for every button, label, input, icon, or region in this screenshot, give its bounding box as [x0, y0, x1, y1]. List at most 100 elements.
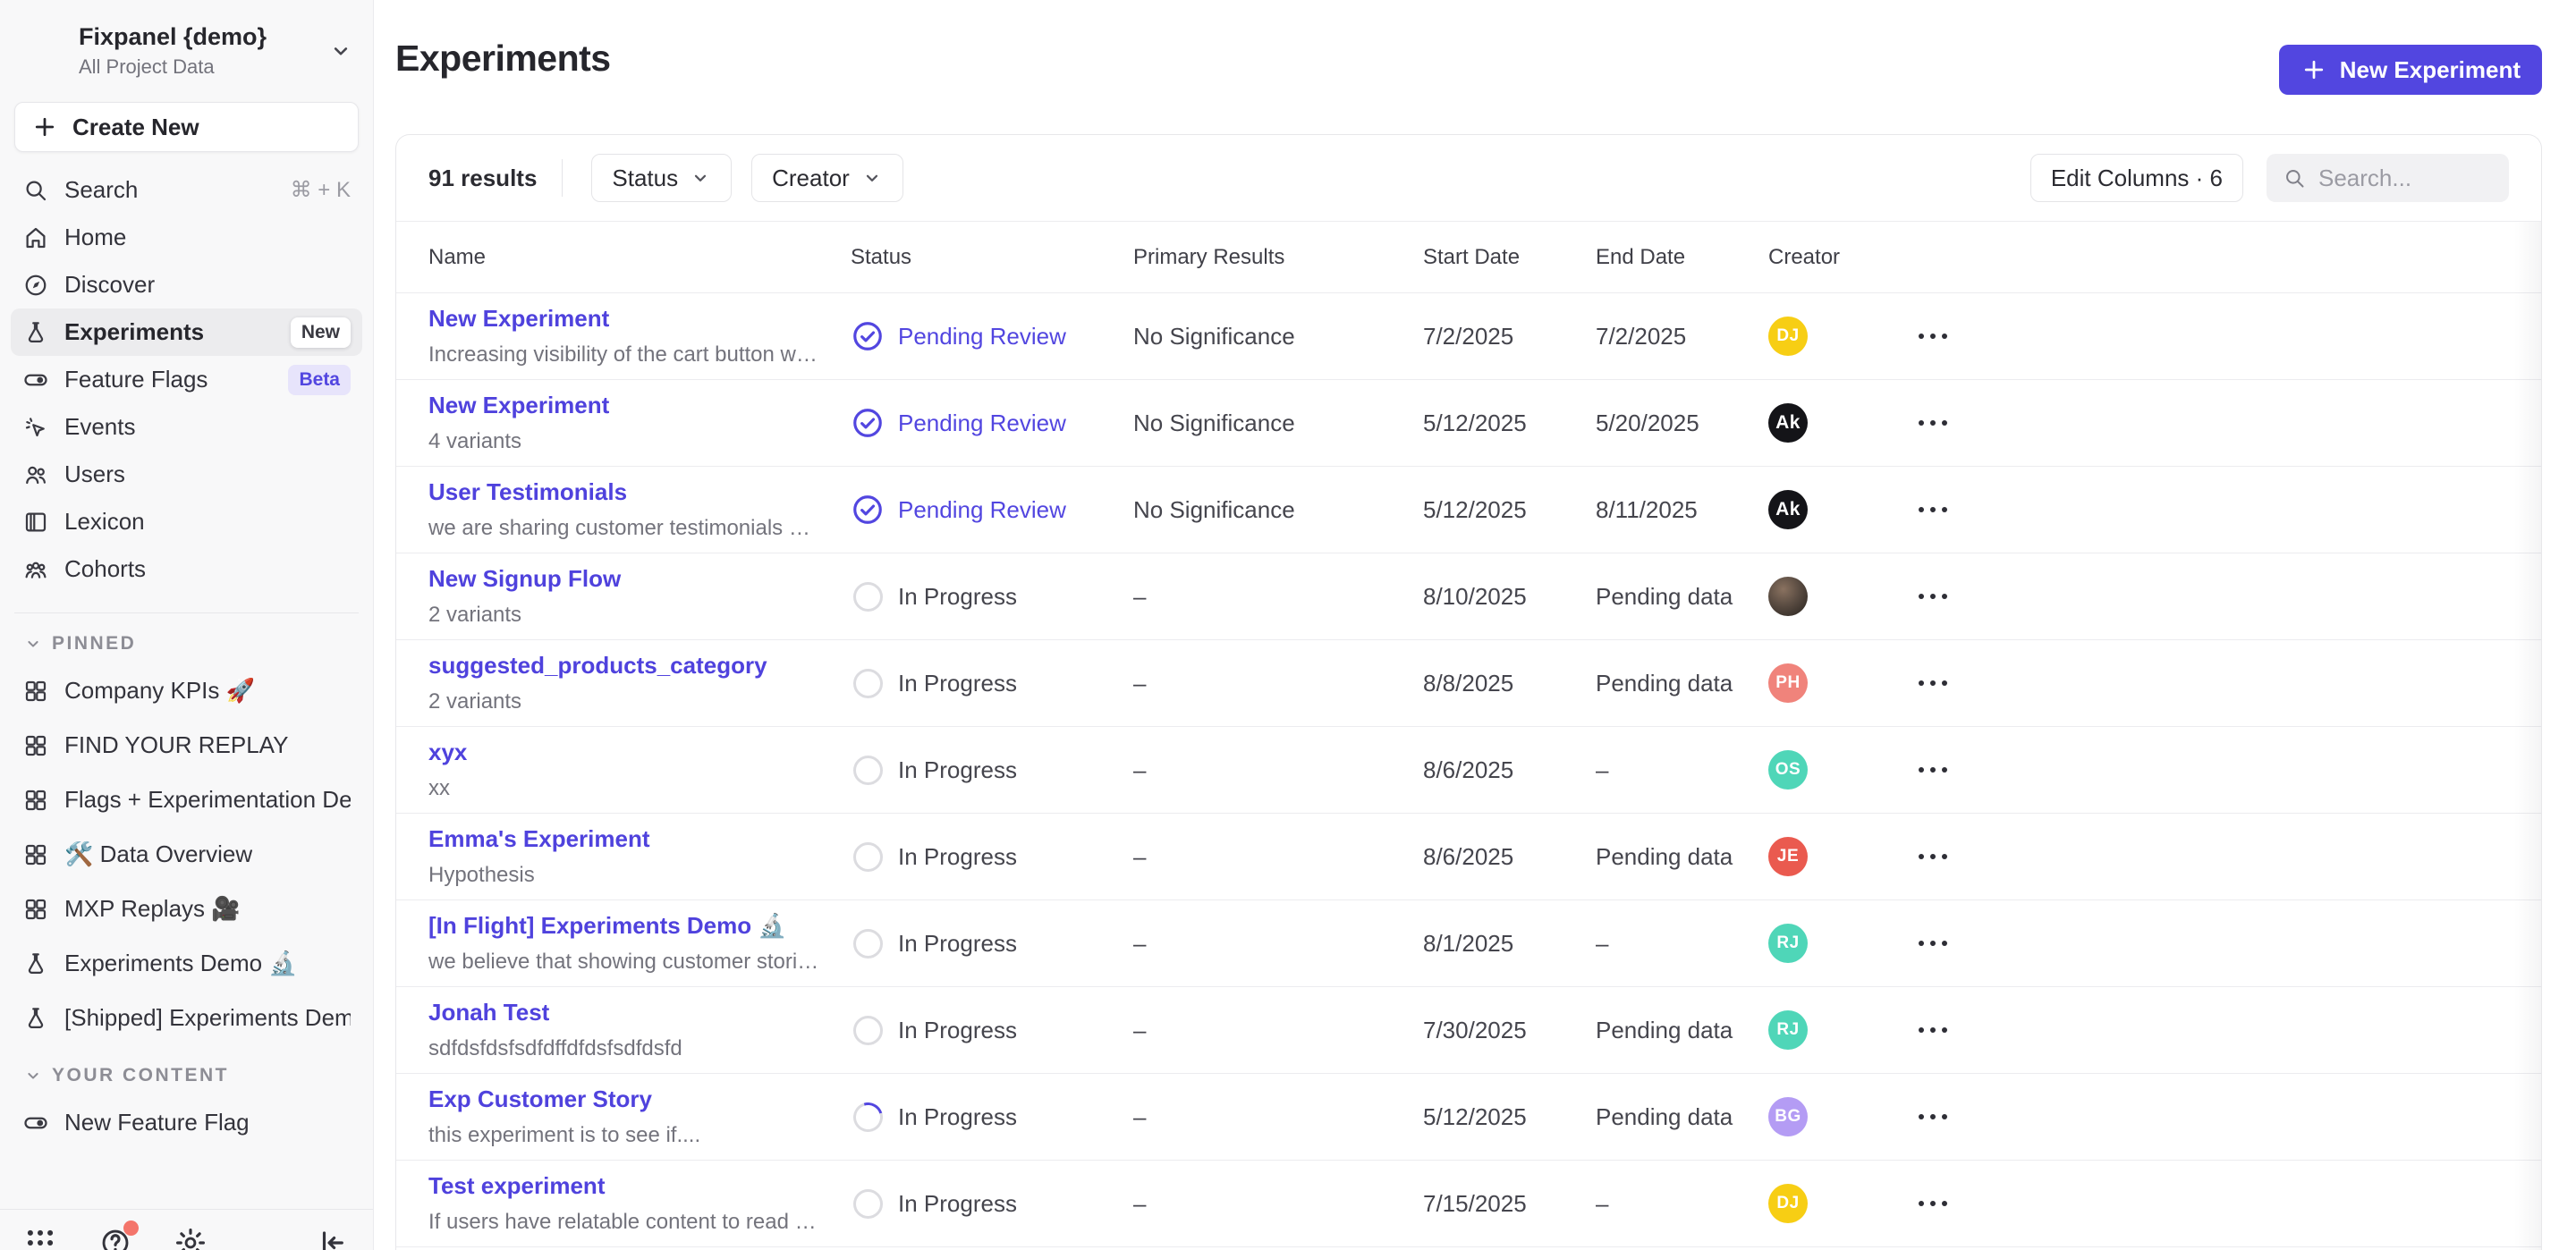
table-row[interactable]: New Experiment 4 variants Pending Review…: [396, 380, 2541, 467]
users-icon: [22, 461, 49, 488]
project-subtitle: All Project Data: [79, 55, 312, 79]
status-cell: In Progress: [851, 1187, 1133, 1220]
status-filter-dropdown[interactable]: Status: [591, 154, 732, 202]
flask-icon: [22, 950, 49, 977]
status-label: In Progress: [898, 670, 1017, 697]
pinned-item-mxp-replays[interactable]: MXP Replays 🎥: [11, 882, 362, 936]
name-cell: New Experiment Increasing visibility of …: [428, 305, 851, 367]
table-row[interactable]: suggested_products_category 2 variants I…: [396, 640, 2541, 727]
sidebar-item-discover[interactable]: Discover: [11, 261, 362, 308]
column-header-creator[interactable]: Creator: [1768, 245, 1917, 270]
experiment-name-link[interactable]: User Testimonials: [428, 478, 820, 506]
your-content-section-header[interactable]: YOUR CONTENT: [0, 1045, 373, 1095]
row-menu-button[interactable]: [1917, 1181, 1970, 1226]
row-menu-button[interactable]: [1917, 401, 1970, 445]
table-row[interactable]: xyx xx In Progress – 8/6/2025 – OS: [396, 727, 2541, 814]
row-menu-button[interactable]: [1917, 921, 1970, 966]
column-header-status[interactable]: Status: [851, 245, 1133, 270]
search-input[interactable]: [2318, 165, 2493, 192]
row-menu-button[interactable]: [1917, 661, 1970, 705]
table-row[interactable]: [In Flight] Experiments Demo 🔬 we believ…: [396, 900, 2541, 987]
your-content-item-new-feature-flag[interactable]: New Feature Flag: [11, 1095, 362, 1150]
creator-filter-dropdown[interactable]: Creator: [751, 154, 903, 202]
status-label: In Progress: [898, 756, 1017, 784]
table-row[interactable]: New Signup Flow 2 variants In Progress –…: [396, 553, 2541, 640]
column-header-primary-results[interactable]: Primary Results: [1133, 245, 1423, 270]
name-cell: New Signup Flow 2 variants: [428, 565, 851, 628]
main-content: Experiments New Experiment 91 results St…: [374, 0, 2576, 1250]
row-menu-button[interactable]: [1917, 574, 1970, 619]
experiment-name-link[interactable]: [In Flight] Experiments Demo 🔬: [428, 912, 820, 940]
creator-avatar: OS: [1768, 750, 1808, 790]
sidebar-nav: Search ⌘ + K Home Discover Experiments N…: [0, 166, 373, 593]
pinned-section-header[interactable]: PINNED: [0, 613, 373, 663]
help-icon[interactable]: [98, 1226, 132, 1250]
sidebar-item-home[interactable]: Home: [11, 214, 362, 261]
experiment-subtitle: this experiment is to see if....: [428, 1123, 820, 1148]
row-menu-button[interactable]: [1917, 487, 1970, 532]
pinned-item-flags-experimentation-demo[interactable]: Flags + Experimentation Demo ,: [11, 773, 362, 827]
row-menu-button[interactable]: [1917, 834, 1970, 879]
start-date-value: 8/8/2025: [1423, 670, 1596, 697]
chevron-down-icon: [23, 1066, 43, 1085]
apps-grid-icon[interactable]: [23, 1226, 57, 1250]
table-row[interactable]: New Experiment Increasing visibility of …: [396, 293, 2541, 380]
sidebar-item-users[interactable]: Users: [11, 451, 362, 498]
row-menu-button[interactable]: [1917, 1008, 1970, 1052]
board-icon: [22, 678, 49, 705]
experiment-subtitle: xx: [428, 776, 820, 801]
pinned-item-shipped-experiments-demo[interactable]: [Shipped] Experiments Demo 🖊️: [11, 991, 362, 1045]
experiment-name-link[interactable]: New Signup Flow: [428, 565, 820, 593]
your-content-header-label: YOUR CONTENT: [52, 1065, 229, 1086]
sidebar-item-events[interactable]: Events: [11, 403, 362, 451]
pinned-item-data-overview[interactable]: 🛠️ Data Overview: [11, 827, 362, 882]
experiments-table-card: 91 results Status Creator Edit Columns ·…: [395, 134, 2542, 1250]
creator-cell: [1768, 577, 1917, 616]
experiment-name-link[interactable]: Emma's Experiment: [428, 825, 820, 853]
creator-cell: DJ: [1768, 1184, 1917, 1223]
settings-gear-icon[interactable]: [174, 1226, 208, 1250]
row-menu-button[interactable]: [1917, 747, 1970, 792]
pinned-item-find-your-replay[interactable]: FIND YOUR REPLAY: [11, 718, 362, 773]
creator-avatar: Ak: [1768, 403, 1808, 443]
chevron-down-icon: [23, 634, 43, 654]
status-cell: In Progress: [851, 1013, 1133, 1047]
edit-columns-button[interactable]: Edit Columns · 6: [2030, 154, 2243, 202]
table-row[interactable]: Exp Customer Story this experiment is to…: [396, 1074, 2541, 1161]
sidebar-item-lexicon[interactable]: Lexicon: [11, 498, 362, 545]
pinned-item-experiments-demo[interactable]: Experiments Demo 🔬: [11, 936, 362, 991]
end-date-value: –: [1596, 930, 1768, 958]
column-header-start-date[interactable]: Start Date: [1423, 245, 1596, 270]
experiment-name-link[interactable]: Test experiment: [428, 1172, 820, 1200]
project-switcher[interactable]: Fixpanel {demo} All Project Data: [0, 0, 373, 79]
primary-results-value: –: [1133, 583, 1423, 611]
sidebar-footer: [0, 1209, 373, 1250]
row-menu-button[interactable]: [1917, 1094, 1970, 1139]
column-header-name[interactable]: Name: [428, 245, 851, 270]
row-menu-button[interactable]: [1917, 314, 1970, 359]
table-row[interactable]: Jonah Test sdfdsfdsfsdfdffdfdsfsdfdsfd I…: [396, 987, 2541, 1074]
end-date-value: 5/20/2025: [1596, 410, 1768, 437]
primary-results-value: –: [1133, 1190, 1423, 1218]
new-experiment-button[interactable]: New Experiment: [2279, 45, 2542, 95]
sidebar-item-experiments[interactable]: Experiments New: [11, 308, 362, 356]
column-header-end-date[interactable]: End Date: [1596, 245, 1768, 270]
new-badge: New: [291, 317, 351, 348]
sidebar-item-cohorts[interactable]: Cohorts: [11, 545, 362, 593]
experiment-name-link[interactable]: Jonah Test: [428, 999, 820, 1026]
create-new-button[interactable]: Create New: [14, 102, 359, 152]
table-row[interactable]: Test experiment If users have relatable …: [396, 1161, 2541, 1247]
collapse-sidebar-icon[interactable]: [316, 1226, 350, 1250]
sidebar-item-feature-flags[interactable]: Feature Flags Beta: [11, 356, 362, 403]
experiment-name-link[interactable]: New Experiment: [428, 392, 820, 419]
experiment-name-link[interactable]: Exp Customer Story: [428, 1085, 820, 1113]
chevron-down-icon: [690, 167, 711, 189]
experiment-name-link[interactable]: New Experiment: [428, 305, 820, 333]
pinned-item-company-kpis[interactable]: Company KPIs 🚀: [11, 663, 362, 718]
sidebar-item-search[interactable]: Search ⌘ + K: [11, 166, 362, 214]
experiment-name-link[interactable]: suggested_products_category: [428, 652, 820, 680]
experiment-name-link[interactable]: xyx: [428, 739, 820, 766]
end-date-value: 7/2/2025: [1596, 323, 1768, 351]
table-row[interactable]: User Testimonials we are sharing custome…: [396, 467, 2541, 553]
table-row[interactable]: Emma's Experiment Hypothesis In Progress…: [396, 814, 2541, 900]
